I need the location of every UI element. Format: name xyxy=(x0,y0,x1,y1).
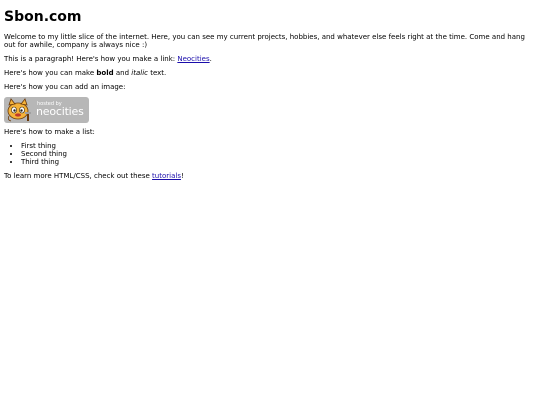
bold-text: bold xyxy=(96,69,114,77)
and-text: and xyxy=(113,69,132,77)
image-paragraph: Here's how you can add an image: xyxy=(4,83,126,91)
learn-suffix: ! xyxy=(180,172,184,180)
tutorials-link[interactable]: tutorials xyxy=(152,172,181,180)
thing-list: First thing Second thing Third thing xyxy=(4,142,536,166)
neocities-link[interactable]: Neocities xyxy=(177,55,209,63)
link-paragraph: This is a paragraph! Here's how you make… xyxy=(4,55,536,63)
formatting-paragraph: Here's how you can make bold and italic … xyxy=(4,69,536,77)
formatting-suffix: text. xyxy=(147,69,167,77)
list-item: Third thing xyxy=(21,158,536,166)
cat-icon xyxy=(7,98,31,122)
page-title: Sbon.com xyxy=(4,9,82,25)
list-item: Second thing xyxy=(21,150,536,158)
italic-text: italic xyxy=(131,69,148,77)
link-paragraph-prefix: This is a paragraph! Here's how you make… xyxy=(4,55,178,63)
intro-paragraph: Welcome to my little slice of the intern… xyxy=(4,33,525,49)
image-container: hosted by neocities xyxy=(4,97,536,123)
formatting-prefix: Here's how you can make xyxy=(4,69,97,77)
neocities-badge: hosted by neocities xyxy=(4,97,89,123)
list-heading: Here's how to make a list: xyxy=(4,128,95,136)
badge-neocities: neocities xyxy=(36,105,84,118)
list-item: First thing xyxy=(21,142,536,150)
learn-paragraph: To learn more HTML/CSS, check out these … xyxy=(4,172,536,180)
learn-prefix: To learn more HTML/CSS, check out these xyxy=(4,172,153,180)
link-paragraph-suffix: . xyxy=(209,55,212,63)
